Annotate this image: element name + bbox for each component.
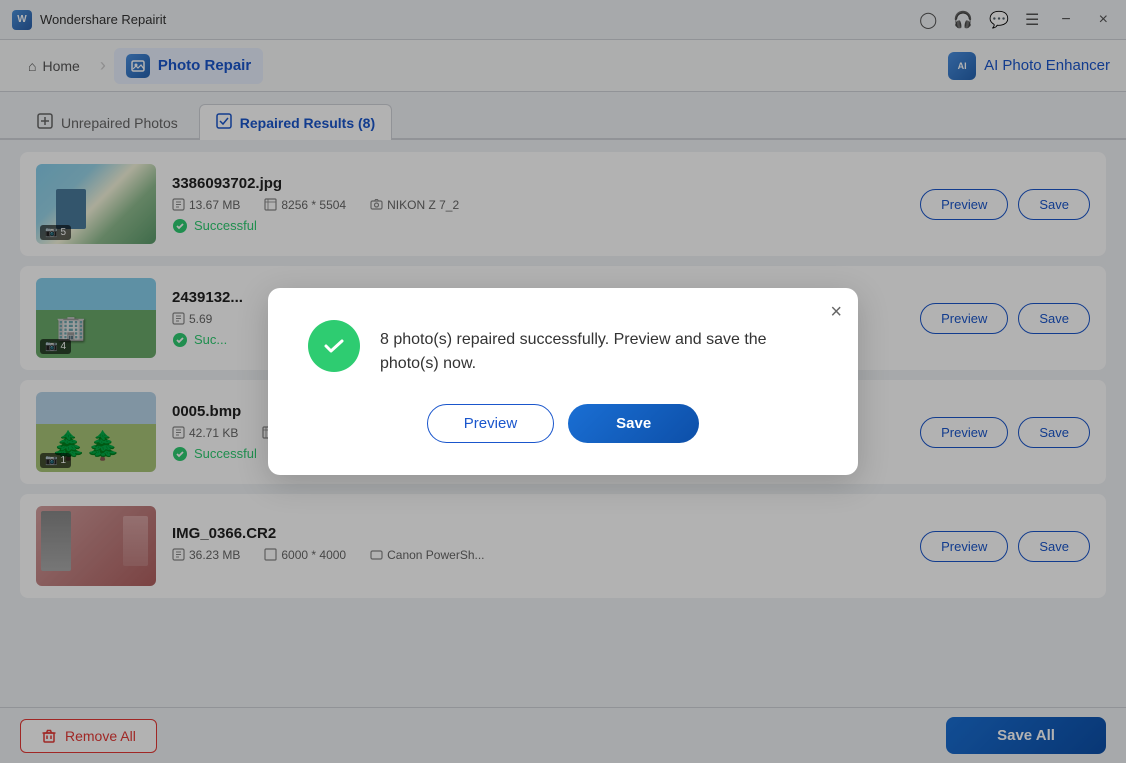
success-icon: [308, 320, 360, 372]
modal-actions: Preview Save: [308, 404, 818, 443]
modal-close-button[interactable]: ×: [830, 302, 842, 322]
modal-save-button[interactable]: Save: [568, 404, 699, 443]
modal-preview-button[interactable]: Preview: [427, 404, 554, 443]
modal-body: 8 photo(s) repaired successfully. Previe…: [308, 320, 818, 376]
modal-overlay: × 8 photo(s) repaired successfully. Prev…: [0, 0, 1126, 763]
success-modal: × 8 photo(s) repaired successfully. Prev…: [268, 288, 858, 475]
modal-message: 8 photo(s) repaired successfully. Previe…: [380, 320, 818, 376]
